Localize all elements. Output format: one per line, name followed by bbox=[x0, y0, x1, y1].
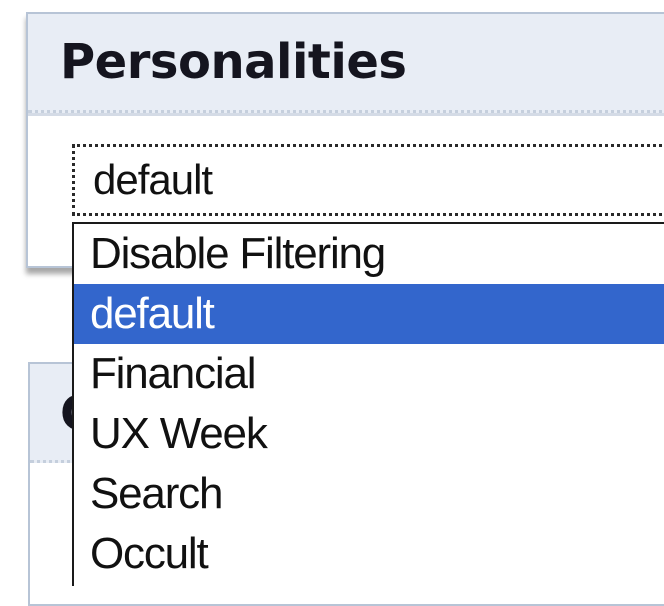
option-default[interactable]: default bbox=[74, 284, 664, 344]
personality-dropdown-list[interactable]: Disable Filtering default Financial UX W… bbox=[72, 222, 664, 586]
select-current-value: default bbox=[93, 156, 213, 203]
option-disable-filtering[interactable]: Disable Filtering bbox=[74, 224, 664, 284]
option-financial[interactable]: Financial bbox=[74, 344, 664, 404]
panel-title: Personalities bbox=[60, 34, 407, 90]
option-search[interactable]: Search bbox=[74, 464, 664, 524]
option-ux-week[interactable]: UX Week bbox=[74, 404, 664, 464]
personality-select[interactable]: default bbox=[72, 144, 664, 216]
panel-header: Personalities bbox=[28, 14, 664, 113]
header-divider bbox=[28, 113, 664, 116]
option-occult[interactable]: Occult bbox=[74, 524, 664, 584]
